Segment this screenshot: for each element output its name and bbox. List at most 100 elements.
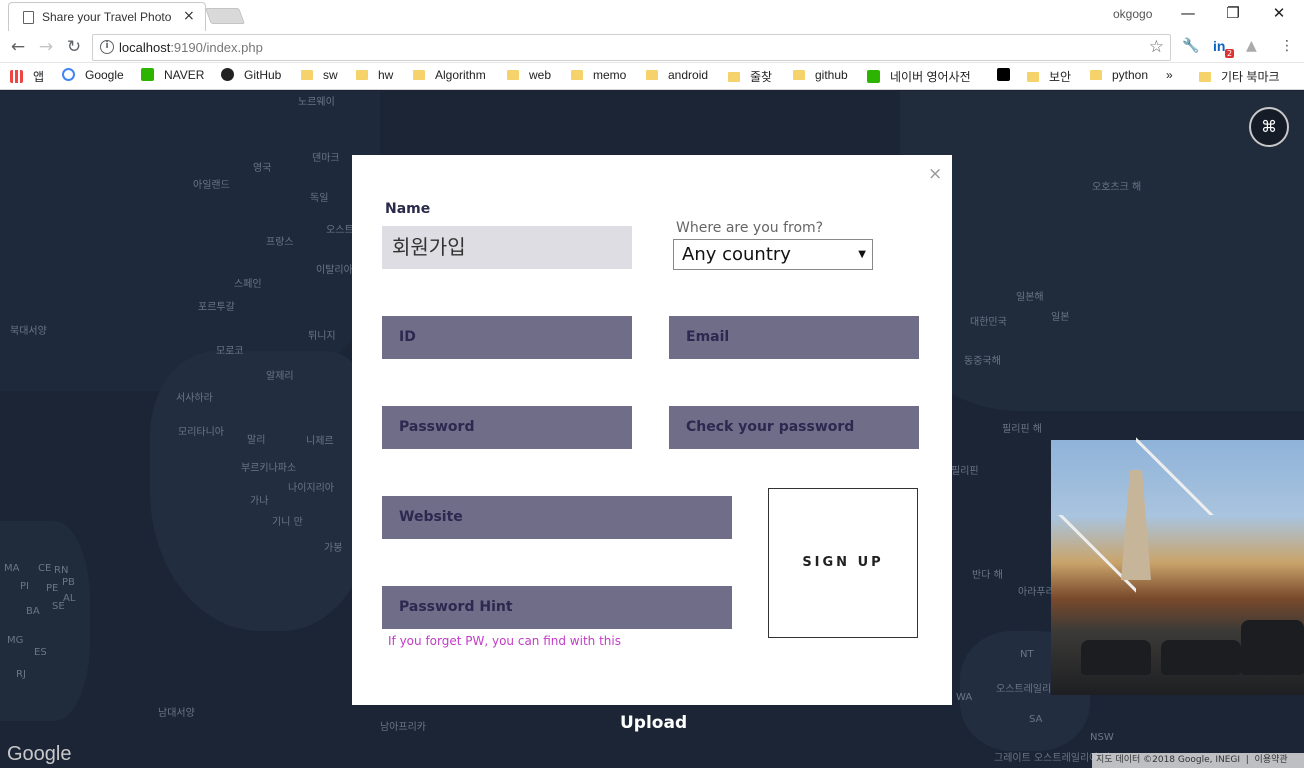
map-label: RJ — [16, 669, 26, 680]
website-input[interactable]: Website — [382, 496, 732, 539]
map-label: MG — [7, 635, 24, 646]
bookmark-star-icon[interactable]: ☆ — [1149, 37, 1164, 57]
linkedin-extension-icon[interactable]: in — [1213, 38, 1225, 54]
map-attribution: 지도 데이터 ©2018 Google, INEGI | 이용약관 — [1092, 753, 1304, 768]
terms-link[interactable]: 이용약관 — [1255, 755, 1288, 765]
travel-photo[interactable] — [1051, 437, 1304, 695]
folder-icon — [1199, 72, 1211, 82]
map-label: 모리타니아 — [178, 427, 224, 438]
upload-label[interactable]: Upload — [620, 713, 687, 733]
folder-icon — [1027, 72, 1039, 82]
map-label: PB — [62, 577, 75, 588]
page-icon — [23, 11, 34, 24]
map-label: 서사하라 — [176, 393, 213, 404]
reload-icon[interactable]: ↻ — [63, 37, 85, 57]
map-label: RN — [54, 565, 69, 576]
folder-icon — [571, 70, 583, 80]
binoculars-icon[interactable]: ⌘ — [1249, 107, 1289, 147]
bookmark-hw[interactable]: hw — [356, 68, 393, 82]
map-label: 일본 — [1051, 312, 1070, 323]
key-extension-icon[interactable]: 🔧 — [1182, 38, 1199, 54]
tab-strip: Share your Travel Photo × okgogo — ❐ ✕ — [0, 0, 1304, 31]
forward-icon[interactable]: → — [35, 37, 57, 57]
map-label: CE — [38, 563, 52, 574]
bookmark-naver[interactable]: NAVER — [141, 68, 204, 82]
folder-icon — [413, 70, 425, 80]
map-label: 가나 — [250, 496, 269, 507]
bookmark-python[interactable]: python — [1090, 68, 1148, 82]
bookmark-google[interactable]: Google — [62, 68, 124, 82]
map-label: NSW — [1090, 732, 1114, 743]
address-bar[interactable]: i localhost:9190/index.php ☆ — [92, 34, 1171, 61]
name-input[interactable]: 회원가입 — [382, 226, 632, 269]
bookmarks-bar: 앱 Google NAVER GitHub sw hw Algorithm web memo an… — [0, 63, 1304, 90]
tab-close-icon[interactable]: × — [183, 8, 195, 24]
bookmark-네이버-영어사전[interactable]: 네이버 영어사전 — [867, 68, 971, 85]
password-hint-input[interactable]: Password Hint — [382, 586, 732, 629]
map-label: 북대서양 — [10, 326, 47, 337]
bookmark-jetbrains[interactable] — [997, 68, 1020, 82]
profile-name[interactable]: okgogo — [1113, 7, 1152, 21]
bookmark-web[interactable]: web — [507, 68, 551, 82]
folder-icon — [356, 70, 368, 80]
bookmark-앱[interactable]: 앱 — [10, 68, 44, 85]
other-bookmarks[interactable]: 기타 북마크 — [1199, 68, 1280, 85]
naver-dict-icon — [867, 70, 880, 83]
folder-icon — [793, 70, 805, 80]
map-label: 포르투갈 — [198, 302, 235, 313]
bookmark-android[interactable]: android — [646, 68, 708, 82]
github-icon — [221, 68, 234, 81]
map-label: 나이지리아 — [288, 483, 334, 494]
tab-title: Share your Travel Photo — [42, 10, 172, 24]
map-label: 오호츠크 해 — [1092, 182, 1142, 193]
drive-extension-icon[interactable]: ▲ — [1246, 38, 1257, 54]
bookmark-github[interactable]: GitHub — [221, 68, 281, 82]
map-label: 남대서양 — [158, 708, 195, 719]
map-label: 튀니지 — [308, 331, 336, 342]
restore-icon[interactable]: ❐ — [1218, 4, 1248, 22]
map-label: 아일랜드 — [193, 180, 230, 191]
password-hint-help: If you forget PW, you can find with this — [388, 634, 621, 648]
new-tab-button[interactable] — [205, 8, 245, 24]
menu-icon[interactable]: ⋮ — [1280, 38, 1294, 54]
map-label: NT — [1020, 649, 1034, 660]
signup-button[interactable]: SIGN UP — [768, 488, 918, 638]
map-label: AL — [63, 593, 76, 604]
country-label: Where are you from? — [676, 220, 824, 236]
map-label: 알제리 — [266, 371, 294, 382]
map-label: 말리 — [247, 435, 266, 446]
country-select[interactable]: Any country ▼ — [673, 239, 873, 270]
map-label: 독일 — [310, 193, 329, 204]
map-label: 동중국해 — [964, 356, 1001, 367]
bookmark-줄찾[interactable]: 줄찾 — [728, 68, 772, 85]
google-icon — [62, 68, 75, 81]
bookmarks-overflow-button[interactable]: » — [1166, 68, 1173, 82]
map-label: 이탈리아 — [316, 265, 353, 276]
map-label: PI — [20, 581, 29, 592]
bookmark-sw[interactable]: sw — [301, 68, 338, 82]
back-icon[interactable]: ← — [7, 37, 29, 57]
map-label: 부르키나파소 — [241, 463, 297, 474]
password-input[interactable]: Password — [382, 406, 632, 449]
naver-icon — [141, 68, 154, 81]
browser-tab[interactable]: Share your Travel Photo × — [8, 2, 206, 31]
minimize-icon[interactable]: — — [1173, 4, 1203, 22]
id-input[interactable]: ID — [382, 316, 632, 359]
folder-icon — [728, 72, 740, 82]
info-icon[interactable]: i — [100, 40, 114, 54]
map-label: 모로코 — [216, 346, 244, 357]
modal-close-icon[interactable]: × — [928, 164, 942, 184]
map-label: PE — [46, 583, 59, 594]
bookmark-보안[interactable]: 보안 — [1027, 68, 1071, 85]
email-input[interactable]: Email — [669, 316, 919, 359]
bookmark-algorithm[interactable]: Algorithm — [413, 68, 486, 82]
map-label: 반다 해 — [972, 570, 1003, 581]
map-label: 오스트레일리 — [996, 684, 1052, 695]
bookmark-github[interactable]: github — [793, 68, 848, 82]
check-password-input[interactable]: Check your password — [669, 406, 919, 449]
bookmark-memo[interactable]: memo — [571, 68, 626, 82]
url-text: localhost:9190/index.php — [119, 40, 263, 55]
close-window-icon[interactable]: ✕ — [1264, 4, 1294, 22]
map-label: ES — [34, 647, 47, 658]
map-label: 대한민국 — [970, 317, 1007, 328]
